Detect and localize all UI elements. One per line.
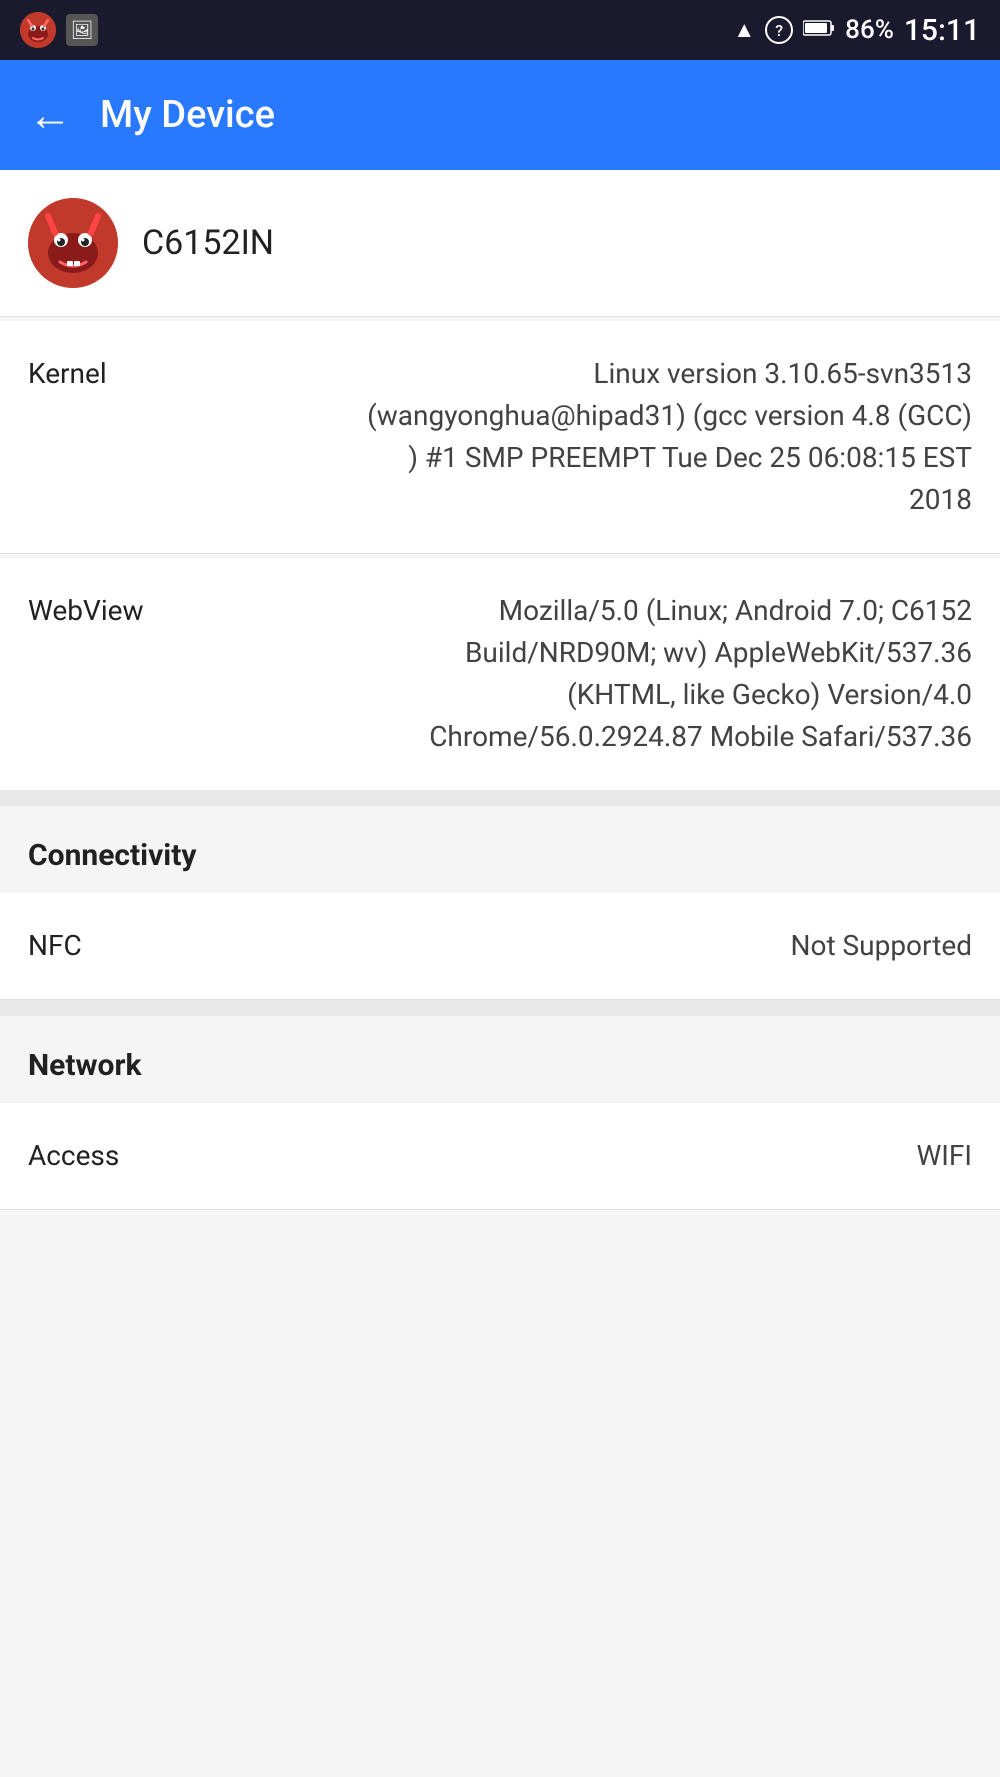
webview-label: WebView [28, 590, 144, 627]
device-id: C6152IN [142, 223, 274, 263]
access-row: Access WIFI [0, 1103, 1000, 1210]
battery-percentage: 86% [845, 15, 894, 45]
devil-avatar-icon [28, 198, 118, 288]
status-bar: 🖼 ▲ ? 86% 15:11 [0, 0, 1000, 60]
connectivity-title: Connectivity [28, 838, 197, 873]
back-button[interactable]: ← [28, 89, 72, 141]
page-title: My Device [100, 93, 275, 137]
section-divider-1 [0, 790, 1000, 806]
device-header: C6152IN [0, 170, 1000, 317]
webview-row: WebView Mozilla/5.0 (Linux; Android 7.0;… [0, 558, 1000, 790]
network-section: Access WIFI [0, 1103, 1000, 1210]
question-icon: ? [765, 16, 793, 44]
webview-value: Mozilla/5.0 (Linux; Android 7.0; C6152 B… [358, 590, 972, 758]
nfc-row: NFC Not Supported [0, 893, 1000, 1000]
wifi-icon: ▲ [733, 17, 755, 43]
status-right-icons: ▲ ? 86% 15:11 [733, 13, 980, 48]
status-bar-left: 🖼 [20, 12, 98, 48]
nfc-section: NFC Not Supported [0, 893, 1000, 1000]
bottom-space [0, 1210, 1000, 1610]
back-arrow-icon: ← [28, 89, 72, 141]
access-label: Access [28, 1135, 119, 1172]
kernel-row: Kernel Linux version 3.10.65-svn3513 (wa… [0, 321, 1000, 554]
network-title: Network [28, 1048, 142, 1083]
nfc-label: NFC [28, 925, 82, 962]
section-divider-2 [0, 1000, 1000, 1016]
network-section-header: Network [0, 1016, 1000, 1103]
app-bar: ← My Device [0, 60, 1000, 170]
nfc-value: Not Supported [791, 925, 973, 967]
battery-icon [803, 19, 835, 41]
webview-section: WebView Mozilla/5.0 (Linux; Android 7.0;… [0, 558, 1000, 790]
kernel-value: Linux version 3.10.65-svn3513 (wangyongh… [358, 353, 972, 521]
device-avatar [28, 198, 118, 288]
time-display: 15:11 [904, 13, 980, 48]
kernel-label: Kernel [28, 353, 107, 390]
app-icon-devil [20, 12, 56, 48]
connectivity-section-header: Connectivity [0, 806, 1000, 893]
kernel-section: Kernel Linux version 3.10.65-svn3513 (wa… [0, 321, 1000, 554]
access-value: WIFI [916, 1135, 972, 1177]
gallery-icon: 🖼 [66, 14, 98, 46]
